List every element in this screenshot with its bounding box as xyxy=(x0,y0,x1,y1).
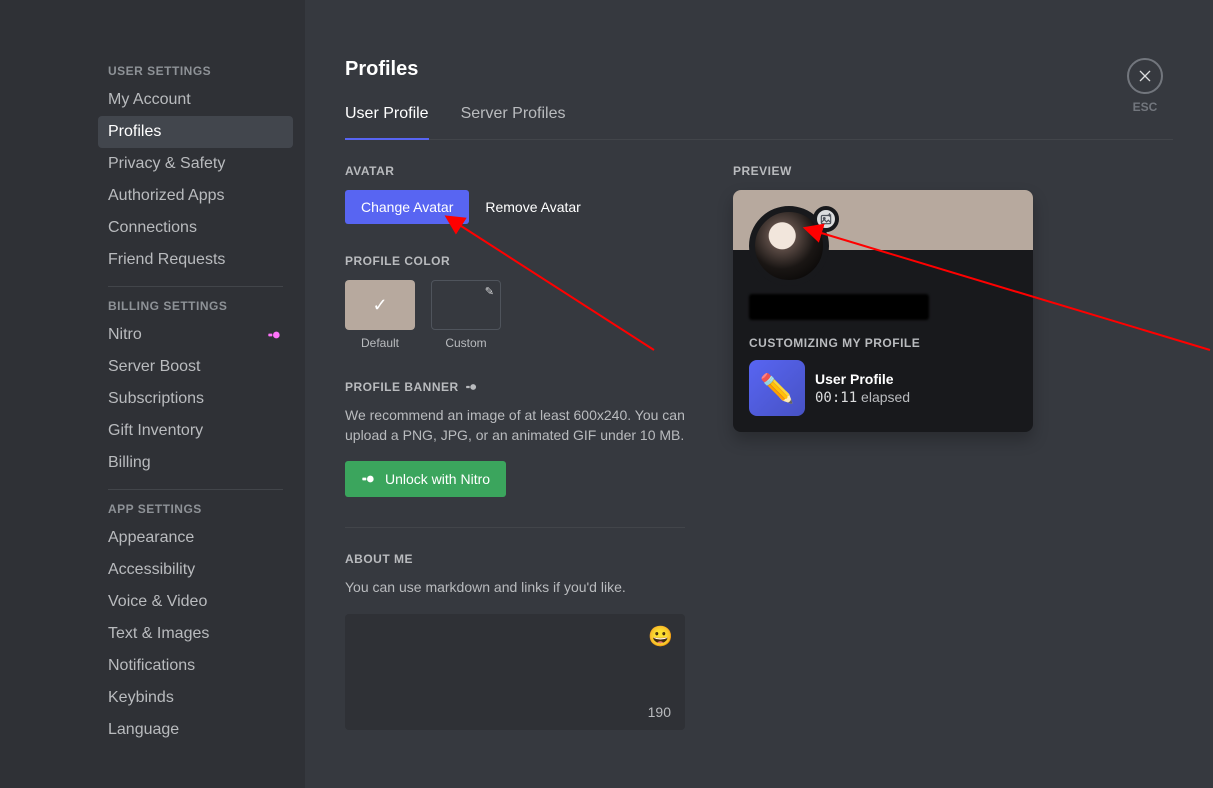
sidebar-item-connections[interactable]: Connections xyxy=(98,212,293,244)
profile-color-custom[interactable]: ✎ xyxy=(431,280,501,330)
sidebar-item-notifications[interactable]: Notifications xyxy=(98,650,293,682)
about-me-input[interactable]: 😀 190 xyxy=(345,614,685,730)
emoji-picker-icon[interactable]: 😀 xyxy=(648,624,673,649)
close-icon xyxy=(1137,68,1153,84)
activity-icon: ✏️ xyxy=(749,360,805,416)
unlock-nitro-button[interactable]: Unlock with Nitro xyxy=(345,461,506,497)
sidebar-header-user: USER SETTINGS xyxy=(98,60,293,84)
preview-header: PREVIEW xyxy=(733,164,1033,178)
remove-avatar-button[interactable]: Remove Avatar xyxy=(485,199,580,215)
check-icon: ✓ xyxy=(372,295,387,316)
avatar-header: AVATAR xyxy=(345,164,685,178)
profile-color-header: PROFILE COLOR xyxy=(345,254,685,268)
sidebar-item-nitro[interactable]: Nitro xyxy=(98,319,293,351)
nitro-icon xyxy=(465,380,479,394)
sidebar-item-my-account[interactable]: My Account xyxy=(98,84,293,116)
change-avatar-button[interactable]: Change Avatar xyxy=(345,190,469,224)
settings-sidebar: USER SETTINGS My Account Profiles Privac… xyxy=(0,0,305,788)
page-title: Profiles xyxy=(345,58,1173,81)
tab-user-profile[interactable]: User Profile xyxy=(345,105,429,139)
preview-username-redacted xyxy=(749,294,929,320)
sidebar-item-billing[interactable]: Billing xyxy=(98,447,293,479)
divider xyxy=(345,527,685,528)
sidebar-header-billing: BILLING SETTINGS xyxy=(98,295,293,319)
activity-elapsed: 00:11 elapsed xyxy=(815,389,910,406)
sidebar-item-friend-requests[interactable]: Friend Requests xyxy=(98,244,293,276)
sidebar-header-app: APP SETTINGS xyxy=(98,498,293,522)
sidebar-item-accessibility[interactable]: Accessibility xyxy=(98,554,293,586)
upload-banner-button[interactable] xyxy=(813,206,839,232)
about-me-header: ABOUT ME xyxy=(345,552,685,566)
preview-banner xyxy=(733,190,1033,250)
close-button[interactable] xyxy=(1127,58,1163,94)
banner-help-text: We recommend an image of at least 600x24… xyxy=(345,406,685,445)
nitro-icon xyxy=(361,471,377,487)
sidebar-item-subscriptions[interactable]: Subscriptions xyxy=(98,383,293,415)
sidebar-item-text-images[interactable]: Text & Images xyxy=(98,618,293,650)
preview-customizing-label: CUSTOMIZING MY PROFILE xyxy=(749,336,1017,350)
profile-banner-header: PROFILE BANNER xyxy=(345,380,685,394)
nitro-icon xyxy=(267,327,283,343)
sidebar-item-appearance[interactable]: Appearance xyxy=(98,522,293,554)
profile-tabs: User Profile Server Profiles xyxy=(345,105,1173,140)
sidebar-item-profiles[interactable]: Profiles xyxy=(98,116,293,148)
sidebar-item-language[interactable]: Language xyxy=(98,714,293,746)
main-panel: ESC Profiles User Profile Server Profile… xyxy=(305,0,1213,788)
about-me-counter: 190 xyxy=(648,704,671,720)
activity-title: User Profile xyxy=(815,371,910,387)
profile-color-default[interactable]: ✓ xyxy=(345,280,415,330)
sidebar-item-gift-inventory[interactable]: Gift Inventory xyxy=(98,415,293,447)
sidebar-item-authorized-apps[interactable]: Authorized Apps xyxy=(98,180,293,212)
sidebar-item-keybinds[interactable]: Keybinds xyxy=(98,682,293,714)
sidebar-item-privacy-safety[interactable]: Privacy & Safety xyxy=(98,148,293,180)
profile-preview-card: CUSTOMIZING MY PROFILE ✏️ User Profile 0… xyxy=(733,190,1033,432)
custom-color-label: Custom xyxy=(431,336,501,350)
sidebar-separator xyxy=(108,489,283,490)
sidebar-item-voice-video[interactable]: Voice & Video xyxy=(98,586,293,618)
about-me-help: You can use markdown and links if you'd … xyxy=(345,578,685,598)
sidebar-item-server-boost[interactable]: Server Boost xyxy=(98,351,293,383)
pencil-icon: ✎ xyxy=(485,285,494,298)
close-label: ESC xyxy=(1133,100,1158,114)
image-upload-icon xyxy=(819,212,833,226)
tab-server-profiles[interactable]: Server Profiles xyxy=(461,105,566,139)
sidebar-separator xyxy=(108,286,283,287)
default-color-label: Default xyxy=(345,336,415,350)
